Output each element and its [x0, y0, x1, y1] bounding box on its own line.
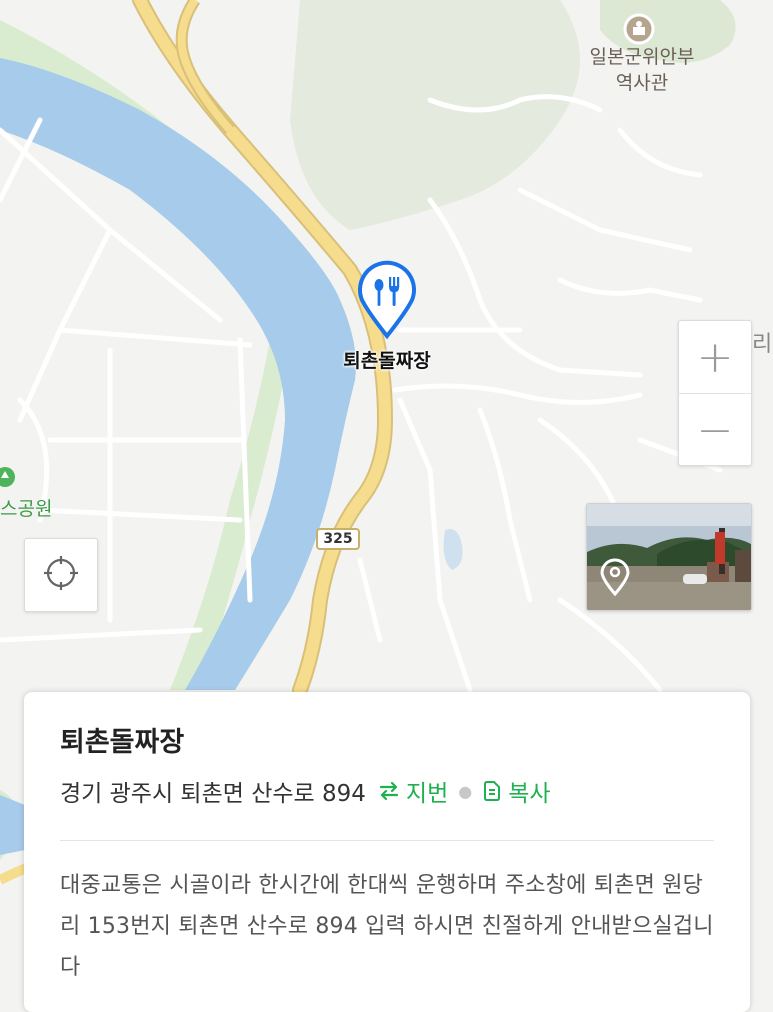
zoom-in-button[interactable]: +	[679, 321, 751, 393]
jibun-button[interactable]: 지번	[378, 774, 448, 808]
zoom-out-button[interactable]: −	[679, 393, 751, 466]
swap-arrows-icon	[378, 781, 400, 801]
copy-icon	[482, 780, 502, 802]
zoom-controls: + −	[678, 320, 752, 466]
poi-label[interactable]: 일본군위안부 역사관	[572, 44, 712, 96]
poi-name-line1: 일본군위안부	[589, 46, 695, 68]
address-row: 경기 광주시 퇴촌면 산수로 894 지번 ● 복사	[60, 772, 714, 810]
place-info-card: 퇴촌돌짜장 경기 광주시 퇴촌면 산수로 894 지번 ● 복사 대중교통은 시…	[24, 692, 750, 1012]
copy-label: 복사	[508, 781, 551, 807]
park-icon	[0, 466, 16, 488]
locate-button[interactable]	[24, 538, 98, 612]
copy-button[interactable]: 복사	[482, 774, 551, 808]
restaurant-pin-icon[interactable]	[356, 260, 418, 340]
place-marker-label[interactable]: 퇴촌돌짜장	[312, 346, 462, 373]
place-description: 대중교통은 시골이라 한시간에 한대씩 운행하며 주소창에 퇴촌면 원당리 15…	[60, 873, 714, 980]
park-label[interactable]: 스공원	[0, 494, 52, 521]
separator-dot: ●	[458, 781, 473, 801]
place-title: 퇴촌돌짜장	[60, 727, 185, 758]
address-text: 경기 광주시 퇴촌면 산수로 894	[60, 781, 366, 807]
jibun-label: 지번	[405, 781, 449, 807]
card-divider	[60, 840, 714, 841]
route-shield: 325	[316, 528, 360, 550]
streetview-thumbnail[interactable]	[586, 503, 752, 611]
crosshair-icon	[42, 554, 80, 596]
location-pin-icon	[598, 556, 632, 600]
poi-name-line2: 역사관	[615, 72, 669, 94]
partial-place-label: 리	[752, 332, 773, 357]
landmark-icon[interactable]	[622, 12, 656, 46]
